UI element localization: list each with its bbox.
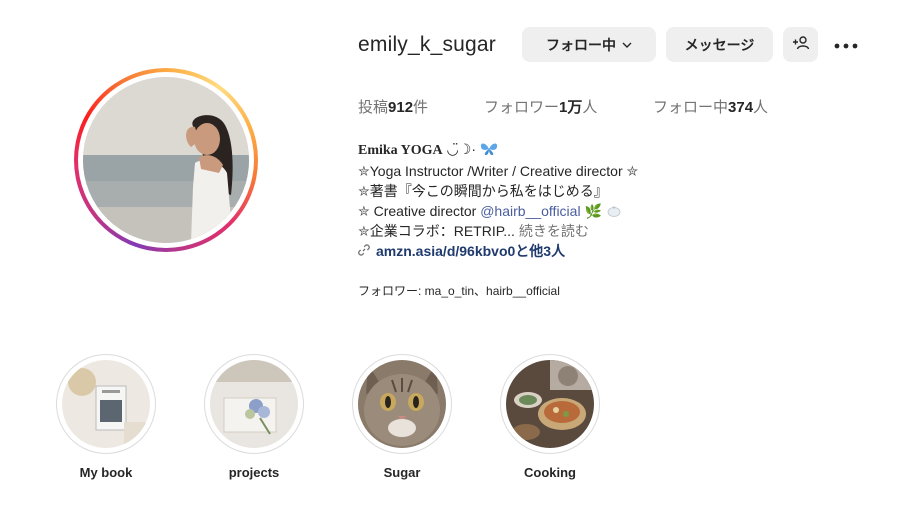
- suggested-accounts-button[interactable]: [783, 27, 818, 62]
- highlight-ring: [204, 354, 304, 454]
- highlight-label: My book: [79, 465, 133, 480]
- leaf-icon: 🌿: [584, 203, 602, 219]
- bio-mention-link[interactable]: @hairb__official: [480, 203, 580, 219]
- profile-avatar-ring[interactable]: [74, 68, 258, 252]
- profile-bio: Emika YOGA ◡̈☽· ✮Yoga Instructor /Writer…: [358, 139, 788, 261]
- highlight-sugar[interactable]: Sugar: [350, 354, 454, 480]
- star-icon: ✮: [358, 163, 370, 179]
- highlight-cooking[interactable]: Cooking: [498, 354, 602, 480]
- avatar-photo: [83, 77, 249, 243]
- posts-stat: 投稿912件: [358, 99, 429, 116]
- following-button-label: フォロー中: [546, 36, 616, 53]
- butterfly-icon: [480, 141, 498, 157]
- star-icon: ✮: [358, 223, 370, 239]
- highlight-label: Cooking: [524, 465, 576, 480]
- bio-name-line: Emika YOGA ◡̈☽·: [358, 139, 788, 161]
- bio-external-link[interactable]: amzn.asia/d/96kbvo0と他3人: [358, 241, 788, 261]
- profile-username: emily_k_sugar: [358, 33, 496, 56]
- highlight-label: projects: [228, 465, 280, 480]
- bio-line-4: ✮企業コラボ：RETRIP... 続きを読む: [358, 223, 589, 239]
- highlight-label: Sugar: [383, 465, 421, 480]
- star-icon: ✮: [358, 183, 370, 199]
- message-button-label: メッセージ: [684, 36, 755, 53]
- highlight-ring: [352, 354, 452, 454]
- bio-line-1: ✮Yoga Instructor /Writer / Creative dire…: [358, 163, 639, 179]
- following-stat[interactable]: フォロー中374人: [653, 96, 768, 117]
- read-more-link[interactable]: 続きを読む: [519, 223, 589, 239]
- highlight-thumbnail: [62, 360, 150, 448]
- star-icon: ✮: [358, 203, 370, 219]
- highlight-projects[interactable]: projects: [202, 354, 306, 480]
- following-button[interactable]: フォロー中: [522, 27, 656, 62]
- followers-stat[interactable]: フォロワー1万人: [484, 96, 597, 117]
- link-icon: [358, 241, 370, 261]
- more-options-button[interactable]: [831, 34, 861, 56]
- avatar-gap: [78, 72, 254, 248]
- profile-avatar[interactable]: [83, 77, 249, 243]
- message-button[interactable]: メッセージ: [666, 27, 773, 62]
- highlight-thumbnail: [506, 360, 594, 448]
- highlight-ring: [56, 354, 156, 454]
- chevron-down-icon: [622, 37, 632, 53]
- followed-by-names[interactable]: ma_o_tin、hairb__official: [425, 284, 560, 298]
- followed-by: フォロワー: ma_o_tin、hairb__official: [358, 282, 560, 299]
- highlight-ring: [500, 354, 600, 454]
- highlight-thumbnail: [210, 360, 298, 448]
- bio-name-emoji: ◡̈☽·: [446, 141, 476, 157]
- bio-line-2: ✮著書『今この瞬間から私をはじめる』: [358, 183, 608, 199]
- teapot-icon: [606, 203, 622, 219]
- more-options-icon: [834, 36, 858, 54]
- bio-line-3: ✮ Creative director @hairb__official 🌿: [358, 201, 788, 221]
- followed-by-label: フォロワー:: [358, 284, 425, 298]
- highlight-thumbnail: [358, 360, 446, 448]
- highlight-my-book[interactable]: My book: [54, 354, 158, 480]
- add-person-icon: [792, 35, 810, 54]
- bio-link-text: amzn.asia/d/96kbvo0と他3人: [376, 243, 566, 259]
- star-icon: ✮: [626, 163, 639, 179]
- bio-display-name: Emika YOGA: [358, 143, 443, 158]
